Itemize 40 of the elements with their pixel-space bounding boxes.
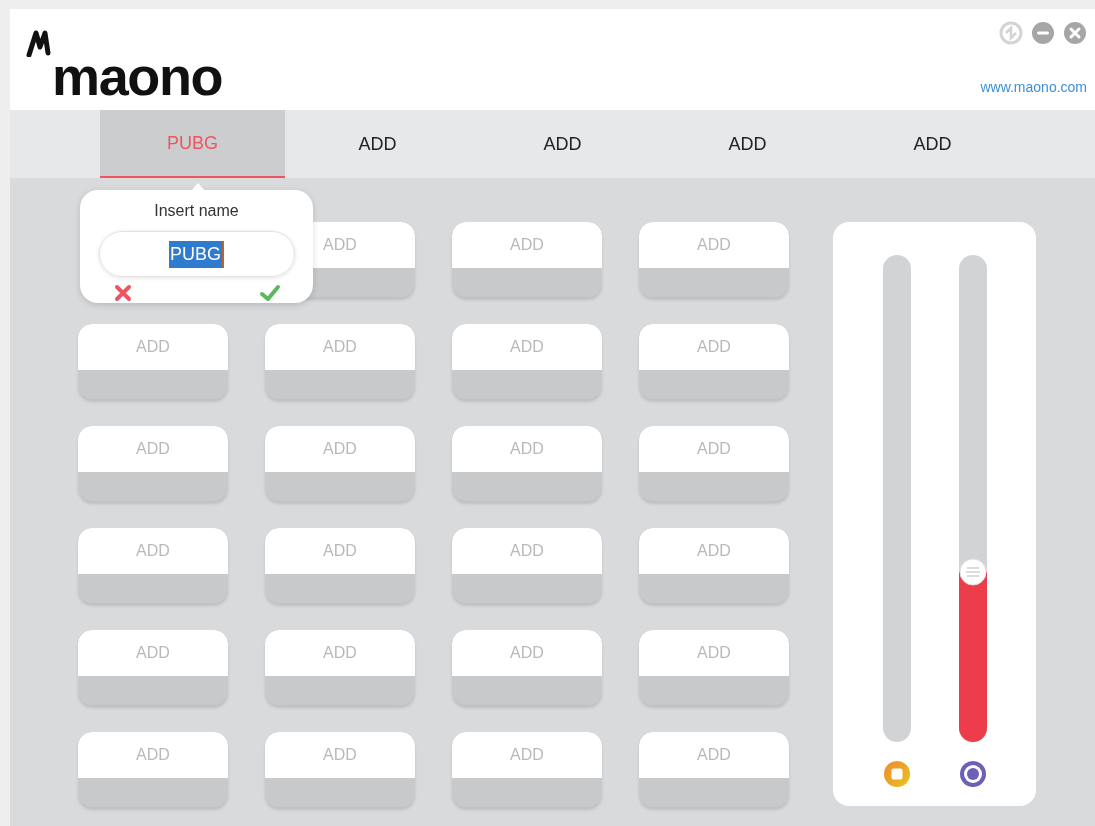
pad-button[interactable]: ADD xyxy=(452,324,602,399)
pad-button[interactable]: ADD xyxy=(639,528,789,603)
square-ring-icon[interactable] xyxy=(882,760,911,788)
pad-button[interactable]: ADD xyxy=(265,324,415,399)
pad-button[interactable]: ADD xyxy=(265,426,415,501)
slider-track[interactable] xyxy=(882,255,911,742)
slider-thumb[interactable] xyxy=(958,557,987,586)
tab[interactable]: ADD xyxy=(470,110,655,178)
pad-button[interactable]: ADD xyxy=(639,732,789,807)
pad-button[interactable]: ADD xyxy=(452,732,602,807)
pad-button[interactable]: ADD xyxy=(78,426,228,501)
pad-button[interactable]: ADD xyxy=(452,222,602,297)
pad-button[interactable]: ADD xyxy=(639,426,789,501)
minimize-icon[interactable] xyxy=(1031,21,1055,45)
pad-button[interactable]: ADD xyxy=(452,630,602,705)
pad-button[interactable]: ADD xyxy=(265,630,415,705)
tab[interactable]: PUBG xyxy=(100,110,285,178)
close-icon[interactable] xyxy=(1063,21,1087,45)
confirm-icon[interactable] xyxy=(258,283,281,303)
tab[interactable]: ADD xyxy=(655,110,840,178)
pad-button[interactable]: ADD xyxy=(452,426,602,501)
slider-track[interactable] xyxy=(958,255,987,742)
pad-button[interactable]: ADD xyxy=(265,528,415,603)
tab[interactable]: ADD xyxy=(285,110,470,178)
logo-wordmark: maono xyxy=(52,49,223,103)
pad-button[interactable]: ADD xyxy=(78,324,228,399)
pad-button[interactable]: ADD xyxy=(639,630,789,705)
pad-button[interactable]: ADD xyxy=(78,630,228,705)
pad-button[interactable]: ADD xyxy=(639,324,789,399)
pad-button[interactable]: ADD xyxy=(452,528,602,603)
pad-button[interactable]: ADD xyxy=(78,732,228,807)
refresh-icon[interactable] xyxy=(999,21,1023,45)
pad-button[interactable]: ADD xyxy=(78,528,228,603)
popup-title: Insert name xyxy=(154,201,239,221)
target-icon[interactable] xyxy=(958,760,987,788)
tab[interactable]: ADD xyxy=(840,110,1025,178)
website-link[interactable]: www.maono.com xyxy=(980,77,1087,98)
pad-button[interactable]: ADD xyxy=(639,222,789,297)
pad-button[interactable]: ADD xyxy=(265,732,415,807)
cancel-icon[interactable] xyxy=(112,283,133,303)
